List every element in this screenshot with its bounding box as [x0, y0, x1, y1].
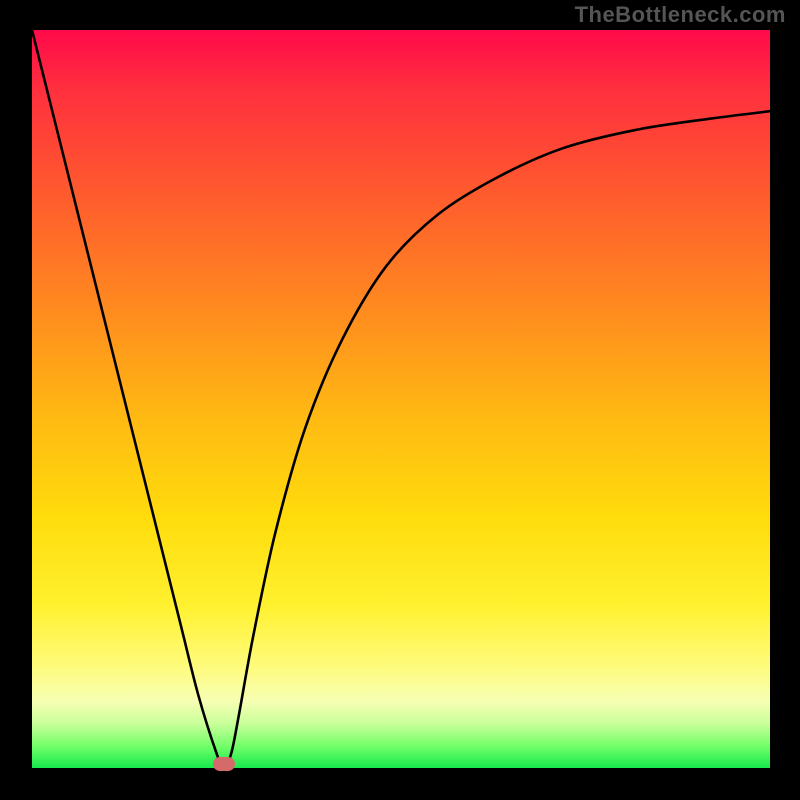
chart-frame: TheBottleneck.com [0, 0, 800, 800]
plot-area [32, 30, 770, 768]
attribution-label: TheBottleneck.com [575, 2, 786, 28]
min-marker [213, 757, 235, 771]
bottleneck-curve [32, 30, 770, 768]
curve-svg [32, 30, 770, 768]
